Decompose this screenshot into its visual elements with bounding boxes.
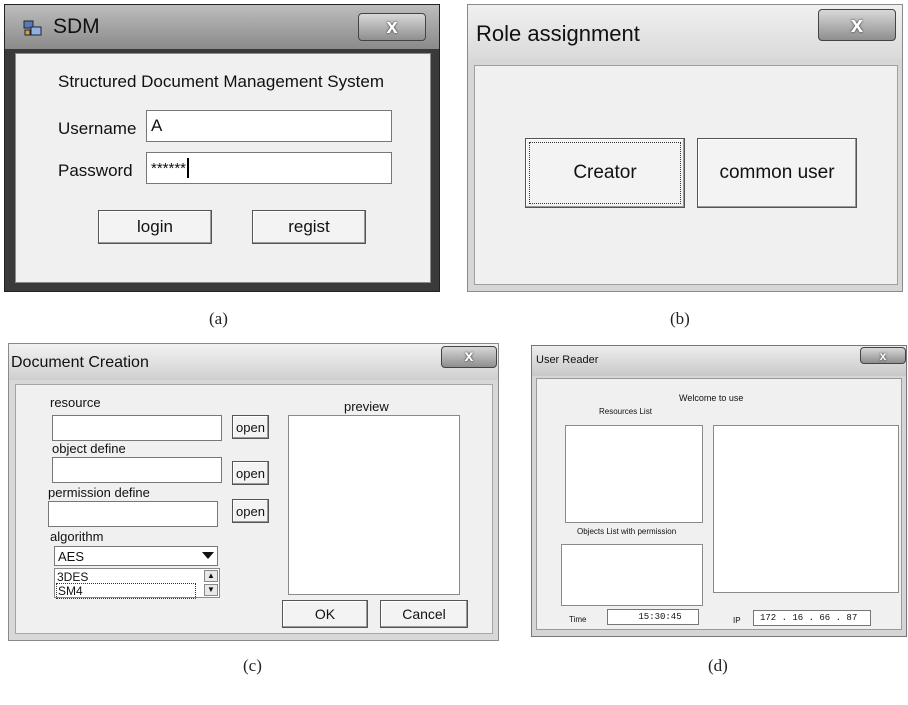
- algorithm-selected: AES: [58, 548, 85, 564]
- object-open-button[interactable]: open: [232, 461, 269, 485]
- preview-label: preview: [344, 399, 389, 414]
- open-label: open: [236, 503, 265, 519]
- password-value: ******: [151, 159, 187, 177]
- scroll-up-icon[interactable]: ▲: [204, 570, 218, 582]
- role-window-title: Role assignment: [476, 21, 640, 46]
- doc-titlebar: Document Creation x: [9, 344, 498, 380]
- sdm-window-title: SDM: [53, 15, 100, 38]
- caption-a: (a): [209, 309, 228, 328]
- object-define-input[interactable]: [52, 457, 222, 483]
- username-label: Username: [58, 119, 137, 138]
- doc-client-area: resource open object define open permiss…: [15, 384, 493, 634]
- ip-input[interactable]: 172 . 16 . 66 . 87: [753, 610, 871, 626]
- role-client-area: Creator common user: [474, 65, 898, 285]
- close-icon: x: [850, 12, 864, 37]
- algorithm-label: algorithm: [50, 529, 104, 544]
- time-field: 15:30:45: [607, 609, 699, 625]
- object-define-label: object define: [52, 441, 126, 456]
- text-cursor: [187, 158, 190, 178]
- common-user-label: common user: [719, 162, 835, 183]
- algorithm-option[interactable]: SM4: [56, 583, 196, 599]
- resource-open-button[interactable]: open: [232, 415, 269, 439]
- dropdown-arrow-icon[interactable]: [202, 552, 214, 559]
- ip-value: 172 . 16 . 66 . 87: [760, 613, 858, 623]
- resources-list-label: Resources List: [599, 407, 652, 416]
- open-label: open: [236, 465, 265, 481]
- creator-label: Creator: [573, 162, 637, 183]
- creator-button[interactable]: Creator: [525, 138, 685, 208]
- ok-label: OK: [314, 606, 336, 622]
- password-label: Password: [58, 161, 133, 180]
- sdm-header-text: Structured Document Management System: [58, 72, 384, 91]
- login-button[interactable]: login: [98, 210, 212, 244]
- algorithm-option[interactable]: 3DES: [57, 570, 88, 584]
- sdm-client-area: Structured Document Management System Us…: [15, 53, 431, 283]
- permission-open-button[interactable]: open: [232, 499, 269, 523]
- reader-close-button[interactable]: x: [860, 347, 906, 364]
- close-icon: x: [386, 15, 398, 38]
- objects-list[interactable]: [561, 544, 703, 606]
- regist-button[interactable]: regist: [252, 210, 366, 244]
- cancel-label: Cancel: [402, 606, 446, 622]
- role-titlebar: Role assignment x: [468, 5, 902, 59]
- document-creation-window: Document Creation x resource open object…: [8, 343, 499, 641]
- login-label: login: [137, 217, 173, 236]
- algorithm-options-list[interactable]: 3DES SM4 ▲ ▼: [54, 568, 220, 599]
- username-value: A: [151, 116, 163, 135]
- close-icon: x: [464, 348, 474, 365]
- resource-input[interactable]: [52, 415, 222, 441]
- reader-titlebar: User Reader x: [532, 346, 906, 376]
- common-user-button[interactable]: common user: [697, 138, 857, 208]
- caption-b: (b): [670, 309, 690, 328]
- reader-window-title: User Reader: [536, 354, 599, 366]
- user-reader-window: User Reader x Welcome to use Resources L…: [531, 345, 907, 637]
- sdm-close-button[interactable]: x: [358, 13, 426, 41]
- welcome-text: Welcome to use: [679, 393, 744, 403]
- reader-content-box: [713, 425, 899, 593]
- username-input[interactable]: A: [146, 110, 392, 142]
- doc-close-button[interactable]: x: [441, 346, 497, 368]
- sdm-titlebar: SDM x: [5, 5, 439, 49]
- password-input[interactable]: ******: [146, 152, 392, 184]
- doc-window-title: Document Creation: [11, 354, 149, 371]
- preview-box: [288, 415, 460, 595]
- caption-c: (c): [243, 656, 262, 675]
- reader-client-area: Welcome to use Resources List Objects Li…: [536, 378, 902, 630]
- ok-button[interactable]: OK: [282, 600, 368, 628]
- time-value: 15:30:45: [638, 612, 682, 622]
- open-label: open: [236, 419, 265, 435]
- resource-label: resource: [50, 395, 101, 410]
- scroll-down-icon[interactable]: ▼: [204, 584, 218, 596]
- ip-label: IP: [733, 616, 741, 625]
- objects-list-label: Objects List with permission: [577, 527, 677, 536]
- permission-define-label: permission define: [48, 485, 150, 500]
- caption-d: (d): [708, 656, 728, 675]
- algorithm-select[interactable]: AES: [54, 546, 218, 566]
- cancel-button[interactable]: Cancel: [380, 600, 468, 628]
- permission-define-input[interactable]: [48, 501, 218, 527]
- role-assignment-window: Role assignment x Creator common user: [467, 4, 903, 292]
- regist-label: regist: [288, 217, 330, 236]
- app-icon: [23, 19, 43, 37]
- sdm-login-window: SDM x Structured Document Management Sys…: [4, 4, 440, 292]
- role-close-button[interactable]: x: [818, 9, 896, 41]
- resources-list[interactable]: [565, 425, 703, 523]
- close-icon: x: [879, 348, 887, 363]
- time-label: Time: [569, 615, 587, 624]
